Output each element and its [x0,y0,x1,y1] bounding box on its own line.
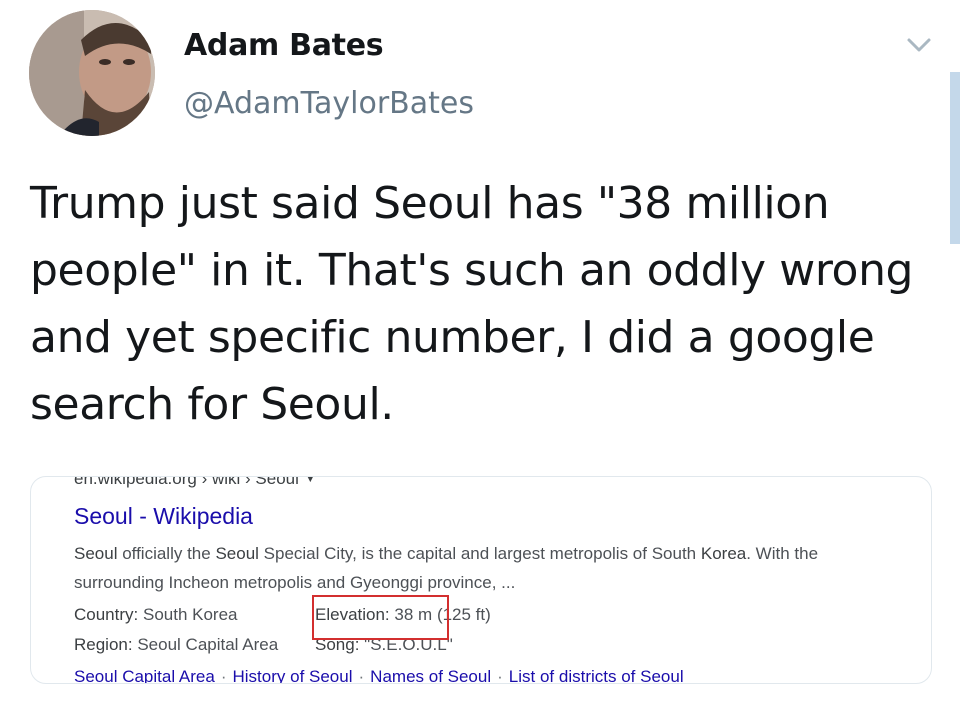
elevation-highlight-box [312,595,449,640]
related-link[interactable]: History of Seoul [233,667,353,683]
fact-region: Region: Seoul Capital Area [74,635,278,655]
caret-down-icon[interactable]: ▼ [305,477,316,485]
snippet-keyword: Seoul [215,544,259,563]
tweet-text: Trump just said Seoul has "38 million pe… [30,178,914,430]
fact-value[interactable]: Seoul Capital Area [137,635,278,654]
result-snippet: Seoul officially the Seoul Special City,… [74,539,894,597]
separator-dot: · [220,667,227,684]
result-breadcrumb[interactable]: en.wikipedia.org › wiki › Seoul ▼ [74,476,316,489]
fact-label: Region: [74,635,133,654]
avatar[interactable] [29,10,155,136]
author-handle[interactable]: @AdamTaylorBates [184,86,474,121]
related-link[interactable]: Names of Seoul [370,667,491,683]
snippet-text: officially the [117,544,216,563]
author-name[interactable]: Adam Bates [184,28,384,63]
avatar-photo [29,10,155,136]
related-link[interactable]: Seoul Capital Area [74,667,215,683]
related-links: Seoul Capital Area · History of Seoul · Name… [74,667,684,684]
chevron-down-icon[interactable] [902,30,936,60]
scrollbar-thumb[interactable] [950,72,960,244]
fact-label: Country: [74,605,139,624]
fact-country: Country: South Korea [74,605,238,625]
separator-dot: · [358,667,365,684]
snippet-keyword: Korea [700,544,747,563]
result-title-link[interactable]: Seoul - Wikipedia [74,503,253,530]
breadcrumb-text: en.wikipedia.org › wiki › Seoul [74,476,299,488]
fact-value[interactable]: South Korea [143,605,238,624]
related-link[interactable]: List of districts of Seoul [509,667,684,683]
snippet-keyword: Seoul [74,544,118,563]
snippet-text: Special City, is the capital and largest… [258,544,701,563]
separator-dot: · [497,667,503,684]
search-result-image[interactable]: en.wikipedia.org › wiki › Seoul ▼ Seoul -… [30,476,932,684]
